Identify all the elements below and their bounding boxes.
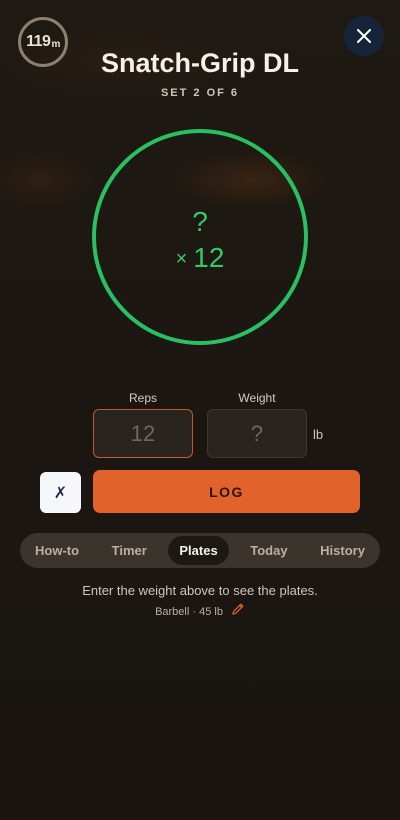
- weight-label: Weight: [238, 391, 276, 405]
- barbell-info: Barbell · 45 lb: [0, 602, 400, 619]
- tab-timer[interactable]: Timer: [101, 536, 158, 565]
- tab-how-to[interactable]: How-to: [24, 536, 90, 565]
- tab-bar: How-to Timer Plates Today History: [20, 533, 380, 568]
- plates-hint: Enter the weight above to see the plates…: [82, 583, 318, 598]
- skip-set-button[interactable]: ✗: [40, 472, 81, 513]
- barbell-text: Barbell · 45 lb: [155, 606, 223, 618]
- reps-input[interactable]: 12: [93, 409, 193, 458]
- ring-reps: × 12: [0, 242, 400, 274]
- ring-weight: ?: [192, 206, 208, 237]
- x-mark-icon: ✗: [53, 483, 68, 502]
- reps-label: Reps: [128, 391, 157, 405]
- tab-plates[interactable]: Plates: [168, 536, 229, 565]
- log-button[interactable]: LOG: [93, 470, 360, 513]
- ring-reps-value: 12: [193, 242, 225, 273]
- exercise-title: Snatch-Grip DL: [100, 48, 299, 78]
- tab-history[interactable]: History: [309, 536, 376, 565]
- weight-unit: lb: [313, 427, 324, 442]
- close-icon: [357, 29, 371, 43]
- tab-today[interactable]: Today: [239, 536, 298, 565]
- set-counter: SET 2 OF 6: [160, 87, 240, 99]
- reps-multiplier: ×: [175, 248, 188, 270]
- background: [0, 0, 400, 820]
- edit-barbell-button[interactable]: [231, 602, 245, 619]
- pencil-icon: [232, 603, 244, 615]
- weight-input[interactable]: ?: [207, 409, 307, 458]
